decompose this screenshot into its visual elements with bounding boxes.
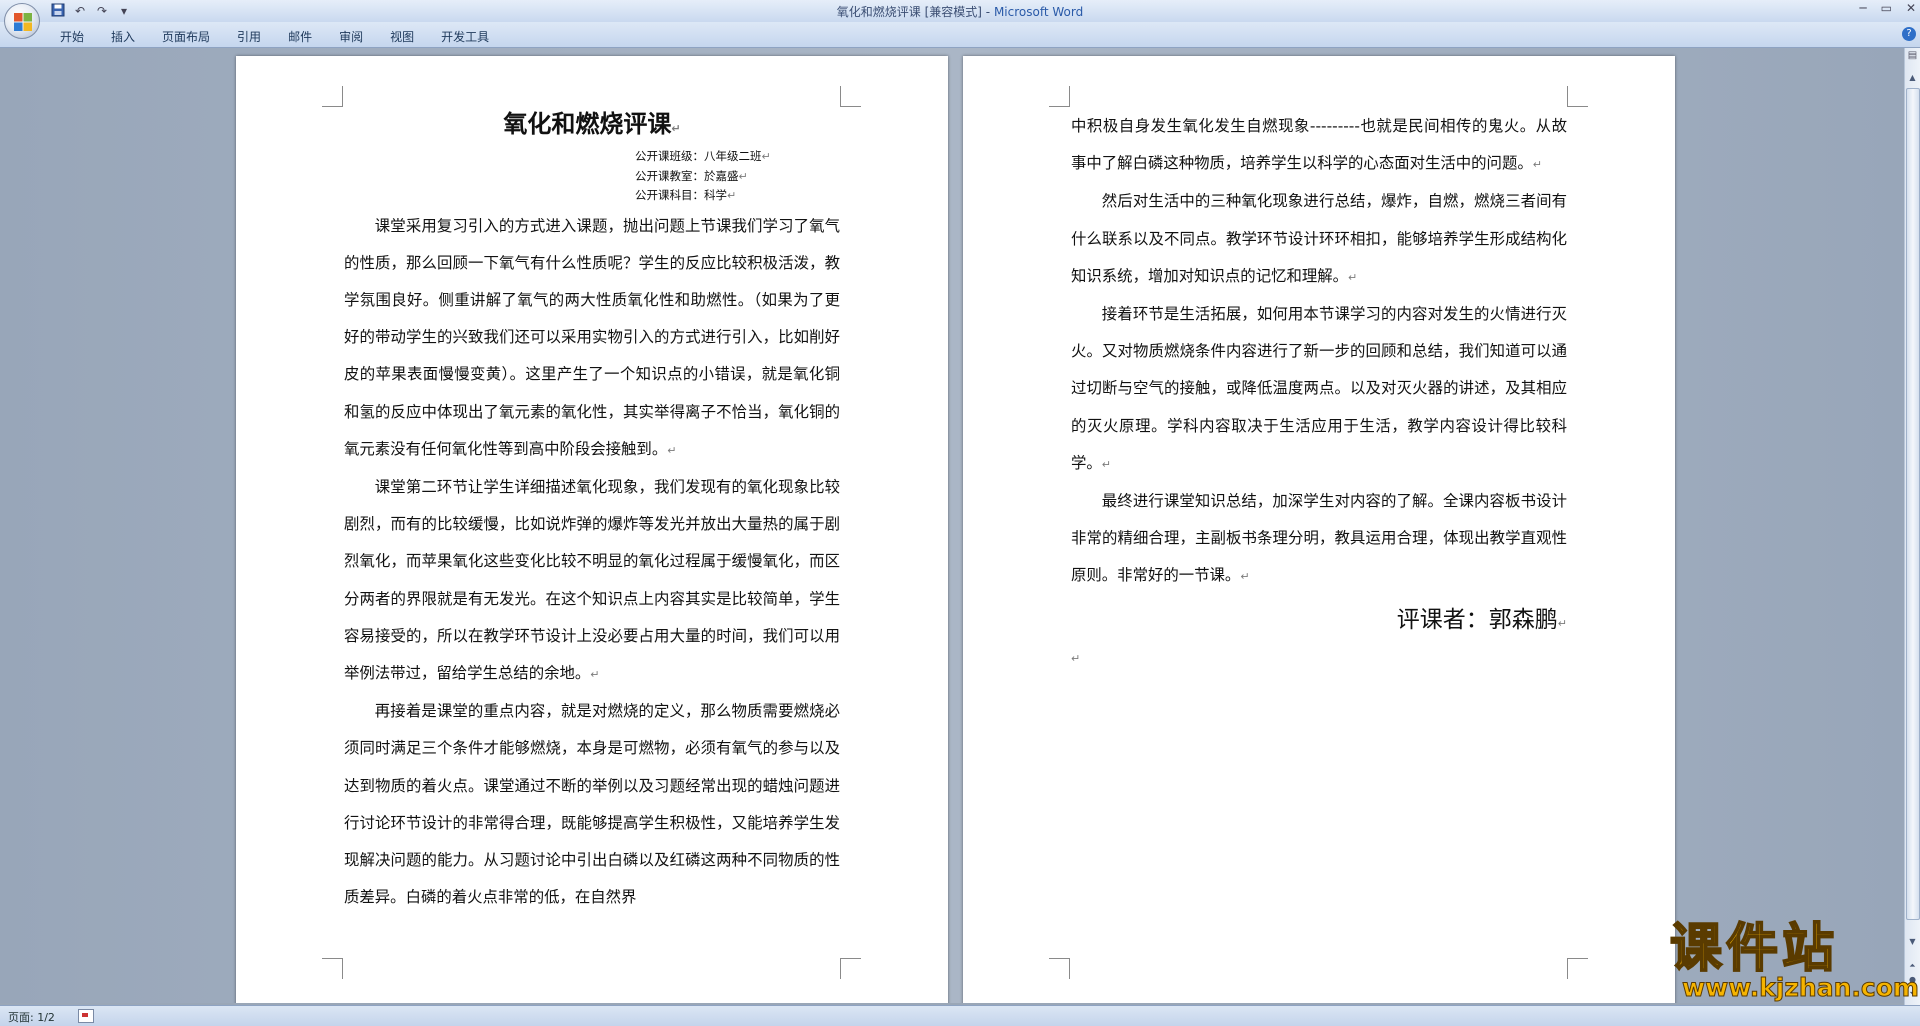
paragraph: 最终进行课堂知识总结，加深学生对内容的了解。全课内容板书设计非常的精细合理，主副… (1071, 492, 1567, 585)
document-title: 氧化和燃烧评课↵ (503, 110, 681, 138)
ribbon-tab-bar: 开始 插入 页面布局 引用 邮件 审阅 视图 开发工具 ? (0, 22, 1920, 48)
margin-corner-mark (1049, 958, 1070, 979)
quick-access-toolbar: ↶ ↷ ▾ (50, 3, 132, 19)
tab-home[interactable]: 开始 (60, 28, 84, 45)
window-title: 氧化和燃烧评课 [兼容模式] - Microsoft Word (0, 3, 1920, 20)
paragraph: 课堂采用复习引入的方式进入课题，抛出问题上节课我们学习了氧气的性质，那么回顾一下… (344, 216, 840, 458)
margin-corner-mark (1567, 958, 1588, 979)
page-2-body: 中积极自身发生氧化发生自燃现象---------也就是民间相传的鬼火。从故事中了… (1071, 108, 1567, 674)
title-separator: - (981, 5, 994, 19)
margin-corner-mark (322, 958, 343, 979)
undo-icon[interactable]: ↶ (72, 3, 88, 19)
save-icon[interactable] (50, 3, 66, 19)
minimize-icon[interactable]: ─ (1859, 1, 1866, 15)
scroll-down-icon[interactable]: ▼ (1905, 934, 1920, 950)
close-icon[interactable]: ✕ (1906, 1, 1916, 15)
page-counter[interactable]: 页面: 1/2 (8, 1009, 55, 1025)
macro-record-icon[interactable] (78, 1009, 94, 1023)
document-page-1[interactable]: 氧化和燃烧评课↵ 公开课班级：八年级二班↵ 公开课教室：於嘉盛↵ 公开课科目：科… (236, 56, 948, 1003)
meta-class: 公开课班级：八年级二班↵ (635, 149, 771, 163)
paragraph: 再接着是课堂的重点内容，就是对燃烧的定义，那么物质需要燃烧必须同时满足三个条件才… (344, 702, 840, 907)
margin-corner-mark (840, 86, 861, 107)
maximize-icon[interactable]: ▭ (1881, 1, 1892, 15)
window-controls: ─ ▭ ✕ (1859, 1, 1916, 15)
meta-teacher: 公开课教室：於嘉盛↵ (635, 168, 748, 183)
tab-review[interactable]: 审阅 (339, 28, 363, 45)
office-button[interactable] (4, 3, 40, 39)
tab-insert[interactable]: 插入 (111, 28, 135, 45)
office-logo-icon (14, 13, 32, 31)
title-bar: 氧化和燃烧评课 [兼容模式] - Microsoft Word ↶ ↷ ▾ ─ … (0, 0, 1920, 22)
tab-view[interactable]: 视图 (390, 28, 414, 45)
tab-mailings[interactable]: 邮件 (288, 28, 312, 45)
margin-corner-mark (1567, 86, 1588, 107)
site-watermark: 课件站 www.kjzhan.com (1668, 919, 1919, 1002)
paragraph: 课堂第二环节让学生详细描述氧化现象，我们发现有的氧化现象比较剧烈，而有的比较缓慢… (344, 477, 840, 682)
view-ruler-icon[interactable]: ▤ (1906, 50, 1919, 64)
status-bar: 页面: 1/2 (0, 1005, 1920, 1026)
vertical-scrollbar[interactable]: ▤ ▲ ▼ ⏶ ● ⏷ (1904, 48, 1920, 1005)
tab-developer[interactable]: 开发工具 (441, 28, 489, 45)
meta-subject: 公开课科目：科学↵ (635, 188, 737, 202)
scroll-up-icon[interactable]: ▲ (1905, 70, 1920, 86)
redo-icon[interactable]: ↷ (94, 3, 110, 19)
reviewer-signature: 评课者：郭森鹏↵ (1396, 606, 1567, 633)
margin-corner-mark (840, 958, 861, 979)
paragraph: 中积极自身发生氧化发生自燃现象---------也就是民间相传的鬼火。从故事中了… (1071, 117, 1567, 173)
tab-page-layout[interactable]: 页面布局 (162, 28, 210, 45)
application-name: Microsoft Word (993, 5, 1084, 19)
paragraph: 接着环节是生活拓展，如何用本节课学习的内容对发生的火情进行灭火。又对物质燃烧条件… (1071, 305, 1567, 472)
help-icon[interactable]: ? (1902, 27, 1916, 41)
document-workspace: 氧化和燃烧评课↵ 公开课班级：八年级二班↵ 公开课教室：於嘉盛↵ 公开课科目：科… (0, 48, 1905, 1003)
tab-references[interactable]: 引用 (237, 28, 261, 45)
document-name: 氧化和燃烧评课 [兼容模式] (836, 5, 982, 19)
margin-corner-mark (1049, 86, 1070, 107)
paragraph: 然后对生活中的三种氧化现象进行总结，爆炸，自燃，燃烧三者间有什么联系以及不同点。… (1071, 192, 1567, 285)
watermark-title: 课件站 (1669, 919, 1839, 979)
customize-qat-icon[interactable]: ▾ (116, 3, 132, 19)
ribbon-tabs: 开始 插入 页面布局 引用 邮件 审阅 视图 开发工具 (60, 28, 489, 45)
margin-corner-mark (322, 86, 343, 107)
document-page-2[interactable]: 中积极自身发生氧化发生自燃现象---------也就是民间相传的鬼火。从故事中了… (963, 56, 1675, 1003)
page-1-body: 氧化和燃烧评课↵ 公开课班级：八年级二班↵ 公开课教室：於嘉盛↵ 公开课科目：科… (344, 106, 840, 916)
empty-paragraph: ↵ (1071, 651, 1081, 665)
watermark-url: www.kjzhan.com (1682, 973, 1920, 1002)
scroll-thumb[interactable] (1906, 88, 1920, 920)
